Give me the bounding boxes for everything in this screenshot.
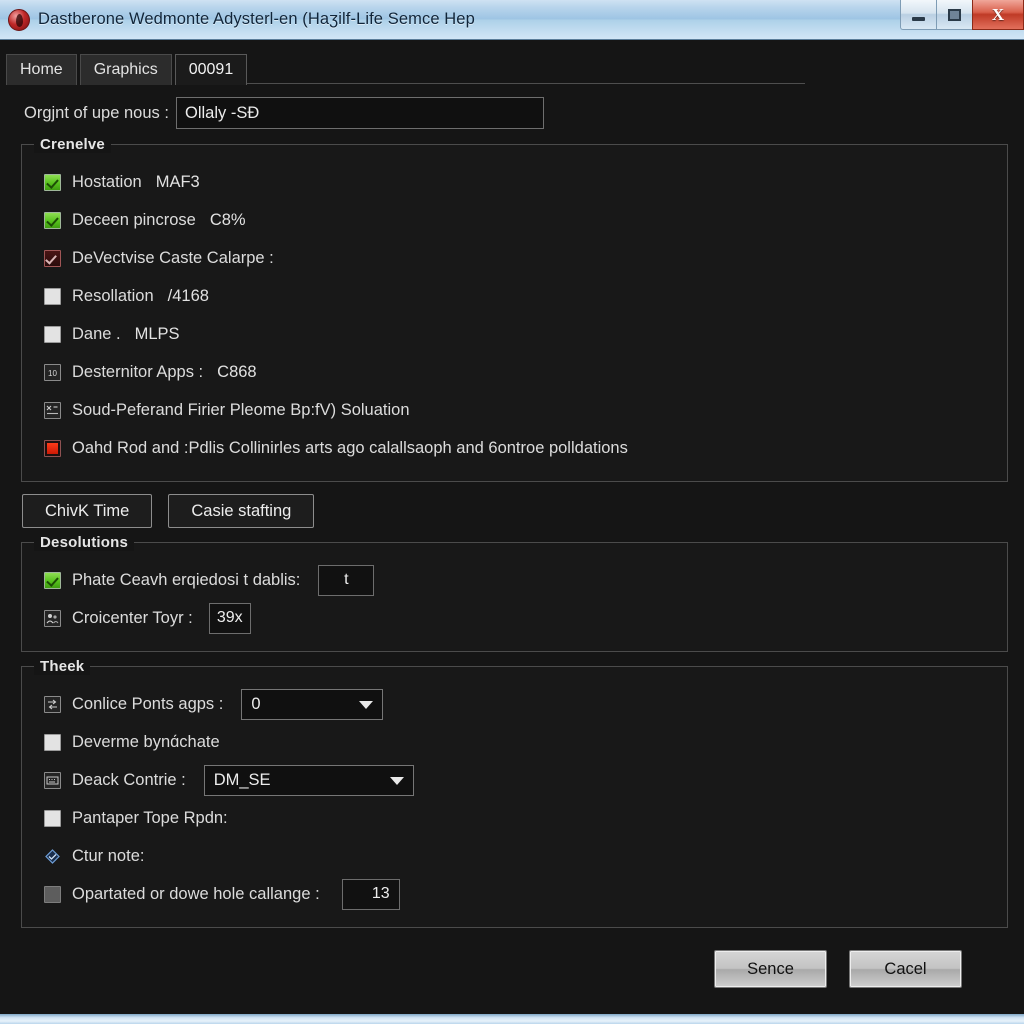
row-oahd-rod-label: Oahd Rod and :Pdlis Collinirles arts ago…: [72, 438, 628, 457]
origin-field-row: Orgjnt of upe nous :: [0, 84, 1024, 130]
deack-contrie-select-value: DM_SE: [213, 770, 271, 789]
row-croicenter-toyr-label: Croicenter Toyr :: [72, 608, 193, 627]
origin-text-input[interactable]: [176, 97, 544, 129]
application-window: Dastberone Wedmonte Adysterl-en (Haʒilf-…: [0, 0, 1024, 1024]
checkbox-filled-red-icon[interactable]: [44, 439, 61, 457]
row-pantaper-tope-rpdn-label: Pantaper Tope Rpdn:: [72, 808, 228, 827]
row-hostation-label: Hostation: [72, 172, 142, 191]
checkbox-unchecked-icon[interactable]: [44, 287, 61, 305]
checkbox-unchecked-icon[interactable]: [44, 809, 61, 827]
row-hostation[interactable]: Hostation MAF3: [36, 163, 993, 201]
row-resollation[interactable]: Resollation /4168: [36, 277, 993, 315]
minimize-icon: [912, 16, 925, 21]
chivk-time-button[interactable]: ChivK Time: [22, 494, 153, 528]
origin-field-label: Orgjnt of upe nous :: [24, 103, 169, 122]
row-phate-ceavh-label: Phate Ceavh erqiedosi t dablis:: [72, 570, 301, 589]
bottom-accent-strip: [0, 1014, 1024, 1024]
row-deceen-pincrose-value: C8%: [209, 210, 246, 229]
maximize-icon: [948, 8, 961, 21]
chevron-down-icon: [359, 701, 374, 709]
conlice-ponts-select-value: 0: [251, 694, 261, 713]
row-hostation-value: MAF3: [155, 172, 200, 191]
row-deverme-bynachate-label: Deverme bynɑ́chate: [72, 732, 220, 751]
title-bar: Dastberone Wedmonte Adysterl-en (Haʒilf-…: [0, 0, 1024, 40]
cacel-button[interactable]: Cacel: [849, 950, 962, 988]
window-controls: X: [900, 0, 1024, 30]
group-desolutions-title: Desolutions: [34, 534, 135, 551]
croicenter-toyr-input[interactable]: [208, 602, 251, 634]
row-desternitor-apps[interactable]: 10 Desternitor Apps : C868: [36, 353, 993, 391]
svg-text:10: 10: [48, 369, 57, 378]
row-conlice-ponts-agps-label: Conlice Ponts agps :: [72, 694, 224, 713]
row-dane[interactable]: Dane . MLPS: [36, 315, 993, 353]
row-dane-label: Dane .: [72, 324, 121, 343]
row-devectvise-caste-calarpe[interactable]: DeVectvise Caste Calarpe :: [36, 239, 993, 277]
phate-ceavh-input[interactable]: [318, 564, 375, 596]
row-desternitor-apps-value: C868: [217, 362, 257, 381]
glyph-box-people-icon[interactable]: [44, 609, 61, 627]
checkbox-unchecked-icon[interactable]: [44, 733, 61, 751]
row-ctur-note-label: Ctur note:: [72, 846, 145, 865]
row-oahd-rod[interactable]: Oahd Rod and :Pdlis Collinirles arts ago…: [36, 429, 993, 467]
tab-graphics[interactable]: Graphics: [79, 53, 172, 85]
checkbox-checked-green-icon[interactable]: [44, 173, 61, 191]
group-desolutions: Desolutions Phate Ceavh erqiedosi t dabl…: [21, 534, 1008, 652]
maximize-button[interactable]: [936, 0, 972, 30]
row-deack-contrie-label: Deack Contrie :: [72, 770, 186, 789]
row-deceen-pincrose-label: Deceen pincrose: [72, 210, 196, 229]
row-opartated-hole-callange-label: Opartated or dowe hole callange :: [72, 884, 320, 903]
row-deverme-bynachate[interactable]: Deverme bynɑ́chate: [36, 723, 993, 761]
tab-strip: Home Graphics 00091: [0, 40, 1024, 85]
app-orb-icon: [8, 8, 30, 31]
close-button[interactable]: X: [972, 0, 1024, 30]
close-icon: X: [991, 5, 1005, 24]
group-crenelve-title: Crenelve: [34, 136, 111, 153]
row-devectvise-caste-calarpe-label: DeVectvise Caste Calarpe :: [72, 248, 274, 267]
group-crenelve: Crenelve Hostation MAF3 Deceen pincrose …: [21, 136, 1008, 482]
row-opartated-hole-callange[interactable]: Opartated or dowe hole callange :: [36, 875, 993, 913]
chevron-down-icon: [389, 777, 404, 785]
row-resollation-label: Resollation: [72, 286, 154, 305]
group-theek: Theek Conlice Ponts agps : 0 Deverme byn…: [21, 658, 1008, 928]
group-theek-title: Theek: [34, 658, 91, 675]
row-pantaper-tope-rpdn[interactable]: Pantaper Tope Rpdn:: [36, 799, 993, 837]
row-phate-ceavh[interactable]: Phate Ceavh erqiedosi t dablis:: [36, 561, 993, 599]
conlice-ponts-select[interactable]: 0: [241, 688, 384, 720]
row-dane-value: MLPS: [134, 324, 180, 343]
glyph-box-swap-icon[interactable]: [44, 695, 61, 713]
row-soud-peferand[interactable]: Soud-Peferand Firier Pleome Bp:fV) Solua…: [36, 391, 993, 429]
opartated-hole-callange-input[interactable]: [341, 878, 400, 910]
group-action-buttons: ChivK Time Casie stafting: [0, 482, 1024, 528]
row-deack-contrie[interactable]: Deack Contrie : DM_SE: [36, 761, 993, 799]
row-croicenter-toyr[interactable]: Croicenter Toyr :: [36, 599, 993, 637]
row-desternitor-apps-label: Desternitor Apps :: [72, 362, 204, 381]
row-conlice-ponts-agps[interactable]: Conlice Ponts agps : 0: [36, 685, 993, 723]
window-title: Dastberone Wedmonte Adysterl-en (Haʒilf-…: [38, 10, 475, 28]
diamond-blue-icon[interactable]: [44, 848, 61, 865]
tab-underline: [230, 83, 805, 84]
checkbox-checked-green-small-icon[interactable]: [44, 571, 61, 589]
glyph-box-chart-icon[interactable]: [44, 401, 61, 419]
deack-contrie-select[interactable]: DM_SE: [203, 764, 414, 796]
sence-button[interactable]: Sence: [714, 950, 827, 988]
glyph-box-digits-icon[interactable]: 10: [44, 363, 61, 381]
dialog-footer: Sence Cacel: [0, 936, 1024, 1024]
checkbox-checked-red-icon[interactable]: [44, 249, 61, 267]
minimize-button[interactable]: [900, 0, 936, 30]
tab-00091[interactable]: 00091: [174, 53, 248, 85]
row-resollation-value: /4168: [167, 286, 209, 305]
tab-home[interactable]: Home: [6, 53, 77, 85]
checkbox-grey-icon[interactable]: [44, 885, 61, 903]
glyph-box-keys-icon[interactable]: [44, 771, 61, 789]
checkbox-checked-green-icon[interactable]: [44, 211, 61, 229]
casie-stafting-button[interactable]: Casie stafting: [168, 494, 315, 528]
row-deceen-pincrose[interactable]: Deceen pincrose C8%: [36, 201, 993, 239]
row-ctur-note[interactable]: Ctur note:: [36, 837, 993, 875]
checkbox-unchecked-icon[interactable]: [44, 325, 61, 343]
row-soud-peferand-label: Soud-Peferand Firier Pleome Bp:fV) Solua…: [72, 400, 410, 419]
window-content: Home Graphics 00091 Orgjnt of upe nous :…: [0, 40, 1024, 1024]
